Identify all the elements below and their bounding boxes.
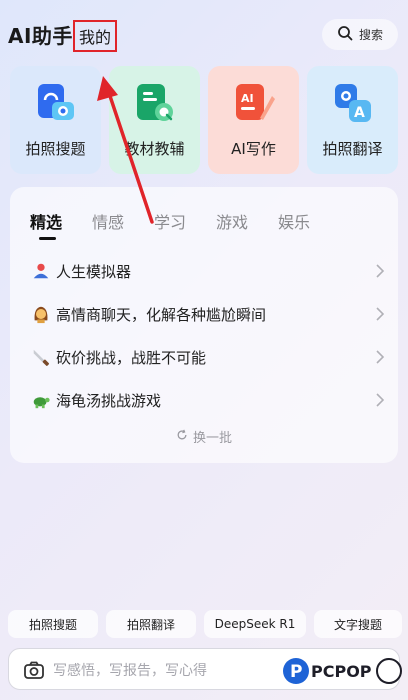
refresh-label: 换一批 <box>192 431 232 446</box>
prompt-input-bar[interactable]: 写感悟，写报告，写心得 P PCPOP <box>8 648 402 690</box>
my-tab[interactable]: 我的 <box>73 20 117 52</box>
list-item-text: 人生模拟器 <box>56 262 132 281</box>
knife-icon <box>30 346 52 368</box>
svg-text:A: A <box>354 105 365 121</box>
tool-textbook[interactable]: 教材教辅 <box>109 66 200 174</box>
tab-study[interactable]: 学习 <box>154 209 186 233</box>
photo-translate-icon: A <box>329 80 377 128</box>
list-item-text: 砍价挑战，战胜不可能 <box>56 348 207 367</box>
ai-writing-icon: AI <box>230 80 278 128</box>
chip-photo-search[interactable]: 拍照搜题 <box>8 610 98 638</box>
tool-photo-translate[interactable]: A 拍照翻译 <box>307 66 398 174</box>
recommend-card: 精选 情感 学习 游戏 娱乐 人生模拟器 高情商聊天，化解各种尴尬瞬间 砍价挑战… <box>10 187 398 463</box>
woman-icon <box>30 303 52 325</box>
tool-label: 教材教辅 <box>124 140 185 158</box>
chevron-right-icon <box>375 306 385 322</box>
tab-featured[interactable]: 精选 <box>30 209 62 233</box>
textbook-icon <box>131 80 179 128</box>
svg-text:PCPOP: PCPOP <box>311 662 372 681</box>
search-label: 搜索 <box>358 28 383 42</box>
watermark-logo: P PCPOP <box>281 654 408 688</box>
photo-search-icon <box>32 80 80 128</box>
chip-text-search[interactable]: 文字搜题 <box>314 610 402 638</box>
svg-text:P: P <box>290 662 302 682</box>
tool-label: 拍照翻译 <box>322 140 383 158</box>
chevron-right-icon <box>375 263 385 279</box>
person-icon <box>30 260 52 282</box>
tab-emotion[interactable]: 情感 <box>92 209 124 233</box>
list-item[interactable]: 高情商聊天，化解各种尴尬瞬间 <box>30 300 385 328</box>
list-item[interactable]: 海龟汤挑战游戏 <box>30 386 385 414</box>
chip-photo-translate[interactable]: 拍照翻译 <box>106 610 196 638</box>
svg-text:AI: AI <box>241 92 254 105</box>
tool-grid: 拍照搜题 教材教辅 AI AI写作 A 拍照翻译 <box>10 66 398 174</box>
refresh-icon <box>176 429 188 445</box>
tab-game[interactable]: 游戏 <box>216 209 248 233</box>
search-icon <box>337 25 353 44</box>
list-item-text: 海龟汤挑战游戏 <box>56 391 162 410</box>
list-item[interactable]: 砍价挑战，战胜不可能 <box>30 343 385 371</box>
list-item-text: 高情商聊天，化解各种尴尬瞬间 <box>56 305 267 324</box>
refresh-button[interactable]: 换一批 <box>10 427 398 446</box>
tool-ai-writing[interactable]: AI AI写作 <box>208 66 299 174</box>
camera-icon[interactable] <box>23 659 45 681</box>
quick-chips: 拍照搜题 拍照翻译 DeepSeek R1 文字搜题 <box>8 610 408 638</box>
turtle-icon <box>30 389 52 411</box>
tool-photo-search[interactable]: 拍照搜题 <box>10 66 101 174</box>
list-item[interactable]: 人生模拟器 <box>30 257 385 285</box>
tool-label: AI写作 <box>231 140 276 158</box>
tool-label: 拍照搜题 <box>25 140 86 158</box>
app-title: AI助手 <box>8 24 73 48</box>
tab-underline <box>39 237 56 240</box>
tab-entertainment[interactable]: 娱乐 <box>278 209 310 233</box>
chevron-right-icon <box>375 392 385 408</box>
chevron-right-icon <box>375 349 385 365</box>
search-button[interactable]: 搜索 <box>322 19 398 50</box>
header: AI助手 我的 搜索 <box>0 0 408 64</box>
prompt-placeholder: 写感悟，写报告，写心得 <box>53 663 207 679</box>
chip-deepseek[interactable]: DeepSeek R1 <box>204 610 306 638</box>
